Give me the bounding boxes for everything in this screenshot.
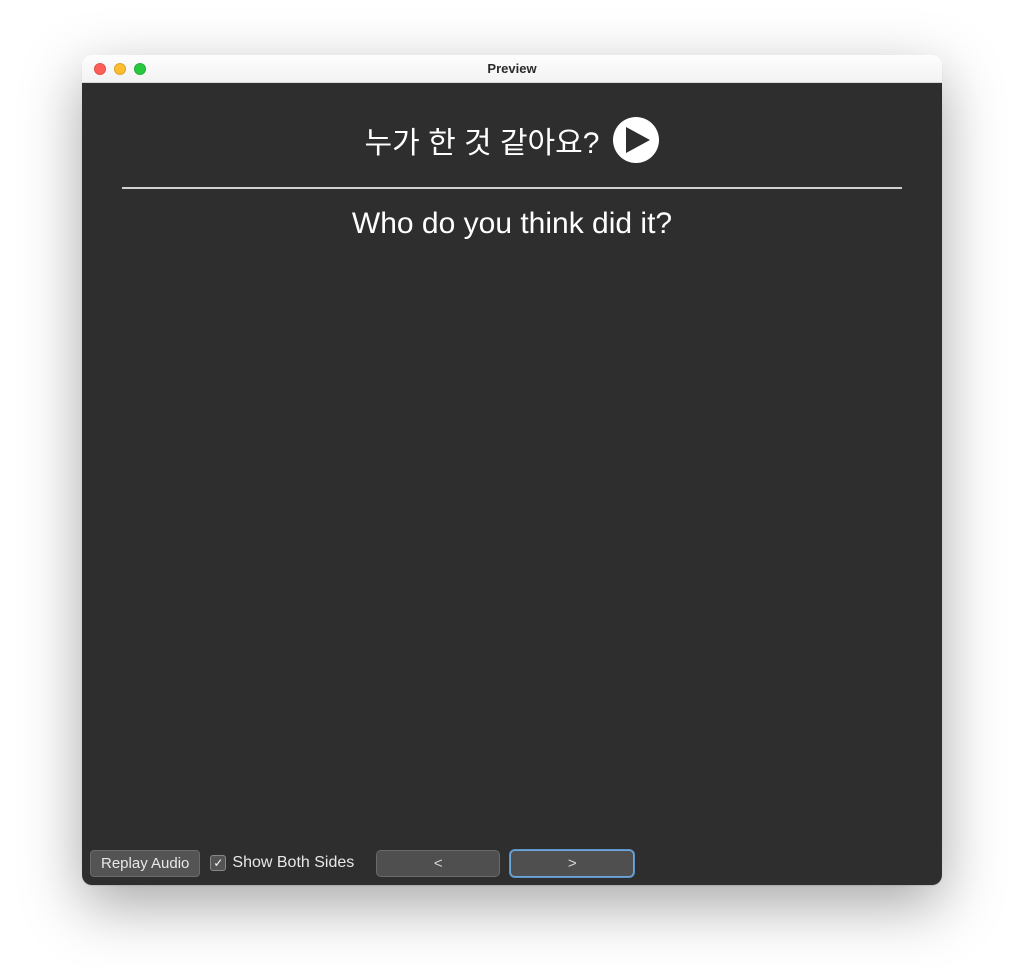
play-audio-button[interactable] (613, 117, 659, 163)
content-area: 누가 한 것 같아요? Who do you think did it? Rep… (82, 83, 942, 885)
show-both-sides-label: Show Both Sides (232, 854, 354, 872)
replay-audio-button[interactable]: Replay Audio (90, 850, 200, 877)
window-title: Preview (82, 61, 942, 76)
show-both-sides-checkbox[interactable]: ✓ (210, 855, 226, 871)
preview-window: Preview 누가 한 것 같아요? Who do you think did… (82, 55, 942, 885)
prev-card-button[interactable]: < (376, 850, 500, 877)
card-divider (122, 187, 902, 189)
show-both-sides-control: ✓ Show Both Sides (210, 854, 354, 872)
play-icon (626, 127, 650, 153)
card-back-text: Who do you think did it? (352, 207, 672, 241)
bottom-bar: Replay Audio ✓ Show Both Sides < > (82, 847, 942, 885)
maximize-window-button[interactable] (134, 63, 146, 75)
close-window-button[interactable] (94, 63, 106, 75)
card-front-text: 누가 한 것 같아요? (365, 118, 600, 162)
titlebar: Preview (82, 55, 942, 83)
next-card-button[interactable]: > (510, 850, 634, 877)
card-area: 누가 한 것 같아요? Who do you think did it? (82, 83, 942, 847)
card-front-row: 누가 한 것 같아요? (365, 117, 660, 163)
traffic-lights (82, 63, 146, 75)
minimize-window-button[interactable] (114, 63, 126, 75)
